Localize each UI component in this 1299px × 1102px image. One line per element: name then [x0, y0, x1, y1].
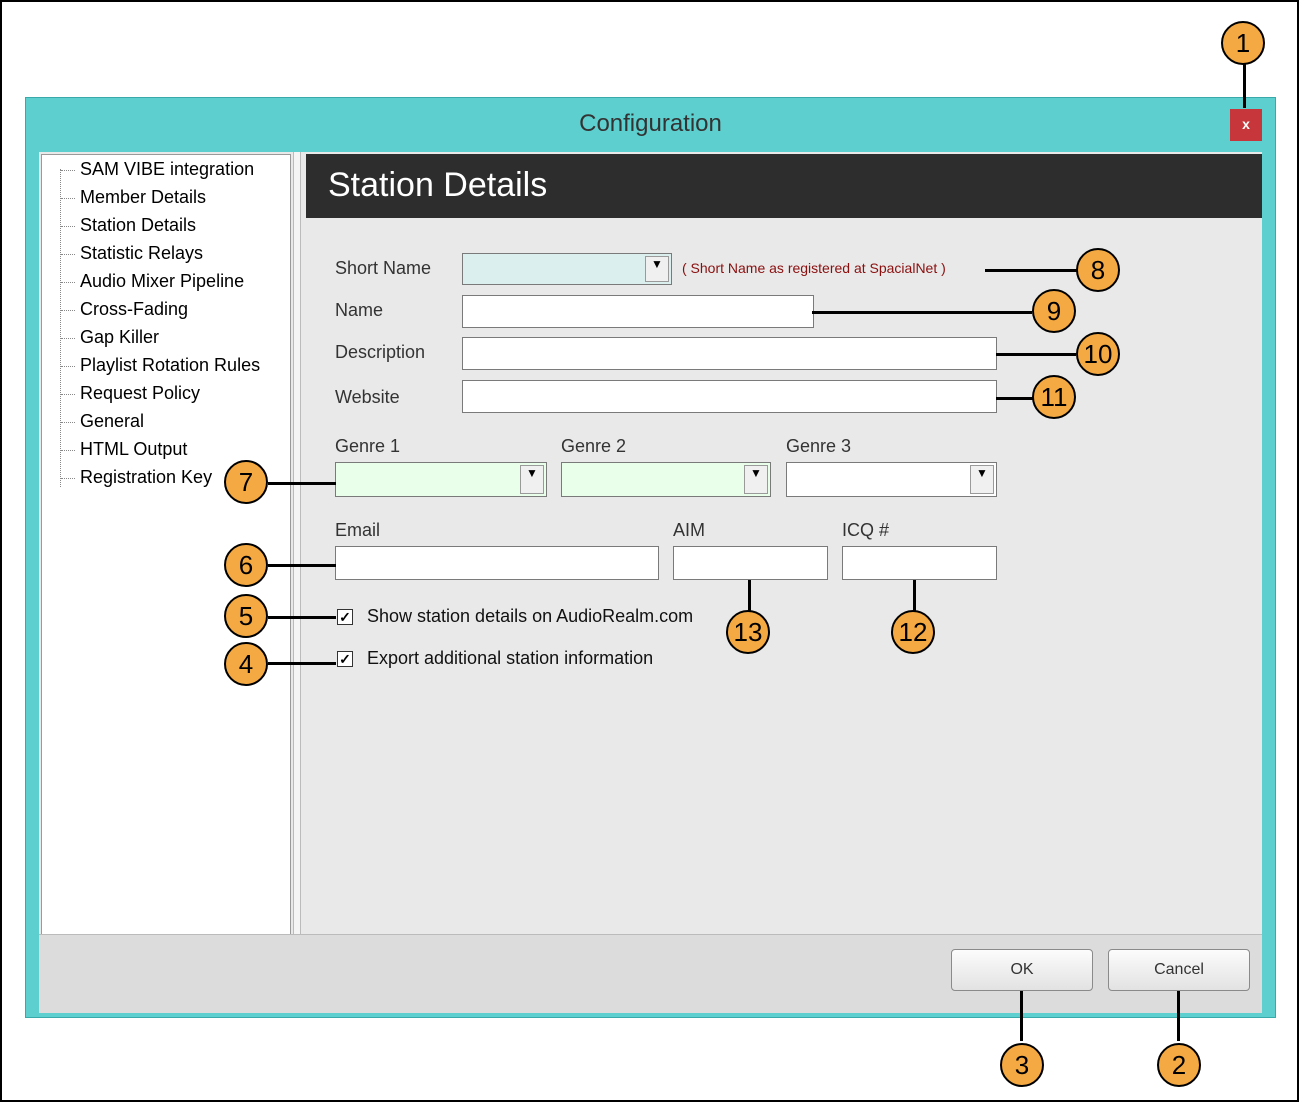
tree-tick [61, 310, 75, 311]
tree-item-registration-key[interactable]: Registration Key [80, 467, 212, 488]
callout-line [268, 616, 336, 619]
icq-label: ICQ # [842, 520, 890, 540]
website-field[interactable] [462, 380, 997, 413]
configuration-window: Configuration x SAM VIBE integration Mem… [25, 97, 1276, 1018]
export-info-label: Export additional station information [367, 648, 654, 668]
show-details-label: Show station details on AudioRealm.com [367, 606, 694, 626]
tree-item-gap-killer[interactable]: Gap Killer [80, 327, 159, 348]
tree-item-general[interactable]: General [80, 411, 144, 432]
ok-button[interactable]: OK [951, 949, 1093, 991]
callout-badge: 12 [891, 610, 935, 654]
callout-line [1020, 991, 1023, 1041]
genre3-combo[interactable]: ▼ [786, 462, 997, 497]
callout-line [268, 564, 336, 567]
short-name-combo[interactable]: ▼ [462, 253, 672, 285]
callout-badge: 7 [224, 460, 268, 504]
tree-tick [61, 422, 75, 423]
tree-item-request-policy[interactable]: Request Policy [80, 383, 200, 404]
cancel-button[interactable]: Cancel [1108, 949, 1250, 991]
genre2-combo[interactable]: ▼ [561, 462, 771, 497]
tree-tick [61, 366, 75, 367]
tree-item-member-details[interactable]: Member Details [80, 187, 206, 208]
tree-tick [61, 450, 75, 451]
tree-item-audio-mixer[interactable]: Audio Mixer Pipeline [80, 271, 244, 292]
callout-line [996, 397, 1034, 400]
genre3-label: Genre 3 [786, 436, 852, 456]
genre2-label: Genre 2 [561, 436, 627, 456]
callout-line [913, 580, 916, 612]
tree-item-playlist-rotation[interactable]: Playlist Rotation Rules [80, 355, 260, 376]
tree-tick [61, 170, 75, 171]
export-info-checkbox[interactable]: ✓ [337, 651, 353, 667]
short-name-label: Short Name [335, 258, 432, 278]
tree-tick [61, 478, 75, 479]
icq-field[interactable] [842, 546, 997, 580]
description-label: Description [335, 342, 426, 362]
tree-tick [61, 394, 75, 395]
panel-splitter[interactable] [293, 152, 301, 934]
callout-badge: 5 [224, 594, 268, 638]
window-title: Configuration [579, 110, 722, 137]
chevron-down-icon[interactable]: ▼ [744, 465, 768, 494]
genre1-combo[interactable]: ▼ [335, 462, 547, 497]
aim-label: AIM [673, 520, 706, 540]
description-field[interactable] [462, 337, 997, 370]
callout-badge: 1 [1221, 21, 1265, 65]
show-details-checkbox[interactable]: ✓ [337, 609, 353, 625]
callout-line [268, 662, 336, 665]
tree-tick [61, 338, 75, 339]
tree-item-station-details[interactable]: Station Details [80, 215, 196, 236]
dialog-footer: OK Cancel [39, 934, 1262, 1013]
callout-line [985, 269, 1078, 272]
tree-tick [61, 254, 75, 255]
chevron-down-icon[interactable]: ▼ [645, 256, 669, 282]
close-button[interactable]: x [1230, 109, 1262, 141]
callout-line [268, 482, 336, 485]
callout-badge: 6 [224, 543, 268, 587]
callout-badge: 11 [1032, 375, 1076, 419]
section-header: Station Details [306, 154, 1262, 218]
tree-tick [61, 282, 75, 283]
short-name-hint: ( Short Name as registered at SpacialNet… [682, 260, 946, 276]
tree-item-sam-vibe[interactable]: SAM VIBE integration [80, 159, 254, 180]
tree-tick [61, 198, 75, 199]
tree-item-cross-fading[interactable]: Cross-Fading [80, 299, 188, 320]
tree-item-html-output[interactable]: HTML Output [80, 439, 187, 460]
callout-line [996, 353, 1076, 356]
name-field[interactable] [462, 295, 814, 328]
callout-badge: 4 [224, 642, 268, 686]
aim-field[interactable] [673, 546, 828, 580]
callout-badge: 9 [1032, 289, 1076, 333]
genre1-label: Genre 1 [335, 436, 401, 456]
tree-item-statistic-relays[interactable]: Statistic Relays [80, 243, 203, 264]
tree-connector [60, 169, 62, 487]
title-bar: Configuration x [26, 98, 1275, 152]
callout-badge: 10 [1076, 332, 1120, 376]
chevron-down-icon[interactable]: ▼ [520, 465, 544, 494]
callout-badge: 2 [1157, 1043, 1201, 1087]
callout-line [748, 580, 751, 612]
callout-line [812, 311, 1032, 314]
callout-badge: 13 [726, 610, 770, 654]
callout-line [1177, 991, 1180, 1041]
section-title: Station Details [328, 166, 548, 204]
callout-line [1243, 64, 1246, 108]
callout-badge: 8 [1076, 248, 1120, 292]
callout-badge: 3 [1000, 1043, 1044, 1087]
website-label: Website [335, 387, 400, 407]
email-field[interactable] [335, 546, 659, 580]
tree-tick [61, 226, 75, 227]
chevron-down-icon[interactable]: ▼ [970, 465, 994, 494]
name-label: Name [335, 300, 384, 320]
email-label: Email [335, 520, 381, 540]
